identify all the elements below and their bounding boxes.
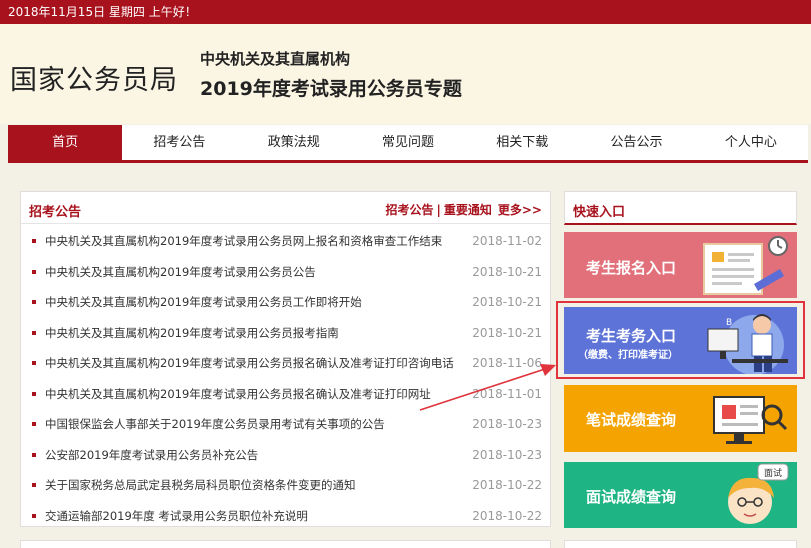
notice-title[interactable]: 中央机关及其直属机构2019年度考试录用公务员网上报名和资格审查工作结束 <box>45 226 442 256</box>
notice-date: 2018-10-21 <box>472 295 542 309</box>
list-item: 中央机关及其直属机构2019年度考试录用公务员工作即将开始 2018-10-21 <box>21 287 550 318</box>
notice-panel-title: 招考公告 <box>29 205 82 220</box>
nav-recruitment-notices[interactable]: 招考公告 <box>122 125 236 160</box>
notice-title[interactable]: 中央机关及其直属机构2019年度考试录用公务员公告 <box>45 257 316 287</box>
bullet-icon <box>32 483 36 487</box>
registration-entry-button[interactable]: 考生报名入口 <box>564 232 797 298</box>
list-item: 中央机关及其直属机构2019年度考试录用公务员报考指南 2018-10-21 <box>21 318 550 349</box>
notice-date: 2018-11-01 <box>472 386 542 401</box>
notice-date: 2018-10-22 <box>472 478 542 492</box>
nav-policies[interactable]: 政策法规 <box>237 125 351 160</box>
bullet-icon <box>32 330 36 335</box>
list-item: 中央机关及其直属机构2019年度考试录用公务员公告 2018-10-21 <box>21 257 550 288</box>
notice-title[interactable]: 交通运输部2019年度 考试录用公务员职位补充说明 <box>45 501 308 531</box>
notice-date: 2018-10-23 <box>472 417 542 431</box>
bullet-icon <box>32 422 36 426</box>
bullet-icon <box>32 391 36 396</box>
interview-score-query-label: 面试成绩查询 <box>586 488 677 506</box>
list-item: 中央机关及其直属机构2019年度考试录用公务员网上报名和资格审查工作结束 2018… <box>21 226 550 257</box>
list-item: 公安部2019年度考试录用公务员补充公告 2018-10-23 <box>21 440 550 471</box>
bullet-icon <box>32 239 36 243</box>
nav-faq[interactable]: 常见问题 <box>351 125 465 160</box>
tab-divider: | <box>436 203 441 217</box>
interview-bubble-text: 面试 <box>764 469 783 479</box>
nav-downloads[interactable]: 相关下载 <box>465 125 579 160</box>
notice-title[interactable]: 中央机关及其直属机构2019年度考试录用公务员报名确认及准考证打印网址 <box>45 379 431 409</box>
registration-entry-label: 考生报名入口 <box>586 259 677 277</box>
quick-entry-title: 快速入口 <box>573 205 626 220</box>
registration-form-icon <box>703 236 788 295</box>
notice-date: 2018-10-21 <box>472 264 542 279</box>
notice-list: 中央机关及其直属机构2019年度考试录用公务员网上报名和资格审查工作结束 2018… <box>21 224 550 531</box>
notice-title[interactable]: 中央机关及其直属机构2019年度考试录用公务员报考指南 <box>45 318 339 348</box>
notice-date: 2018-11-02 <box>472 234 542 248</box>
bullet-icon <box>32 361 36 365</box>
tab-important-notices[interactable]: 重要通知 <box>444 203 492 217</box>
site-header: 国家公务员局 中央机关及其直属机构 2019年度考试录用公务员专题 <box>0 24 811 124</box>
notice-panel-links: 招考公告 | 重要通知 更多>> <box>385 201 542 218</box>
list-item: 中央机关及其直属机构2019年度考试录用公务员报名确认及准考证打印网址 2018-… <box>21 379 550 410</box>
more-link[interactable]: 更多>> <box>498 203 542 217</box>
interview-score-query-button[interactable]: 面试成绩查询 面试 <box>564 462 797 528</box>
notice-panel-header: 招考公告 招考公告 | 重要通知 更多>> <box>21 192 550 224</box>
list-item: 关于国家税务总局武定县税务局科员职位资格条件变更的通知 2018-10-22 <box>21 470 550 501</box>
bullet-icon <box>32 269 36 274</box>
highlight-box <box>556 301 805 379</box>
written-score-query-button[interactable]: 笔试成绩查询 <box>564 385 797 452</box>
notice-title[interactable]: 中央机关及其直属机构2019年度考试录用公务员报名确认及准考证打印咨询电话 <box>45 348 454 378</box>
header-title: 2019年度考试录用公务员专题 <box>200 78 462 100</box>
list-item: 中国银保监会人事部关于2019年度公务员录用考试有关事项的公告 2018-10-2… <box>21 409 550 440</box>
monitor-search-icon <box>713 396 788 444</box>
list-item: 中央机关及其直属机构2019年度考试录用公务员报名确认及准考证打印咨询电话 201… <box>21 348 550 379</box>
quick-entry-header: 快速入口 <box>564 191 797 225</box>
notice-title[interactable]: 关于国家税务总局武定县税务局科员职位资格条件变更的通知 <box>45 470 356 500</box>
header-subtitle: 中央机关及其直属机构 <box>200 50 351 68</box>
notice-title[interactable]: 中央机关及其直属机构2019年度考试录用公务员工作即将开始 <box>45 287 362 317</box>
notice-title[interactable]: 中国银保监会人事部关于2019年度公务员录用考试有关事项的公告 <box>45 409 385 439</box>
second-panel-top <box>20 540 551 548</box>
notice-title[interactable]: 公安部2019年度考试录用公务员补充公告 <box>45 440 258 470</box>
notice-panel: 招考公告 招考公告 | 重要通知 更多>> 中央机关及其直属机构2019年度考试录用公… <box>20 191 551 527</box>
main-nav: 首页 招考公告 政策法规 常见问题 相关下载 公告公示 个人中心 <box>8 125 808 163</box>
nav-home[interactable]: 首页 <box>8 125 123 160</box>
tab-recruitment-notices[interactable]: 招考公告 <box>385 203 433 217</box>
top-date-bar: 2018年11月15日 星期四 上午好！ <box>0 0 811 24</box>
written-score-query-label: 笔试成绩查询 <box>586 411 677 429</box>
nav-personal-center[interactable]: 个人中心 <box>694 125 808 160</box>
notice-date: 2018-10-22 <box>472 508 542 523</box>
notice-date: 2018-11-06 <box>472 356 542 370</box>
notice-date: 2018-10-23 <box>472 447 542 462</box>
site-logo[interactable]: 国家公务员局 <box>10 58 178 97</box>
bullet-icon <box>32 300 36 304</box>
second-side-panel-top <box>564 540 797 548</box>
notice-date: 2018-10-21 <box>472 325 542 340</box>
bullet-icon <box>32 513 36 518</box>
bullet-icon <box>32 452 36 457</box>
list-item: 交通运输部2019年度 考试录用公务员职位补充说明 2018-10-22 <box>21 501 550 532</box>
nav-announcements[interactable]: 公告公示 <box>579 125 693 160</box>
